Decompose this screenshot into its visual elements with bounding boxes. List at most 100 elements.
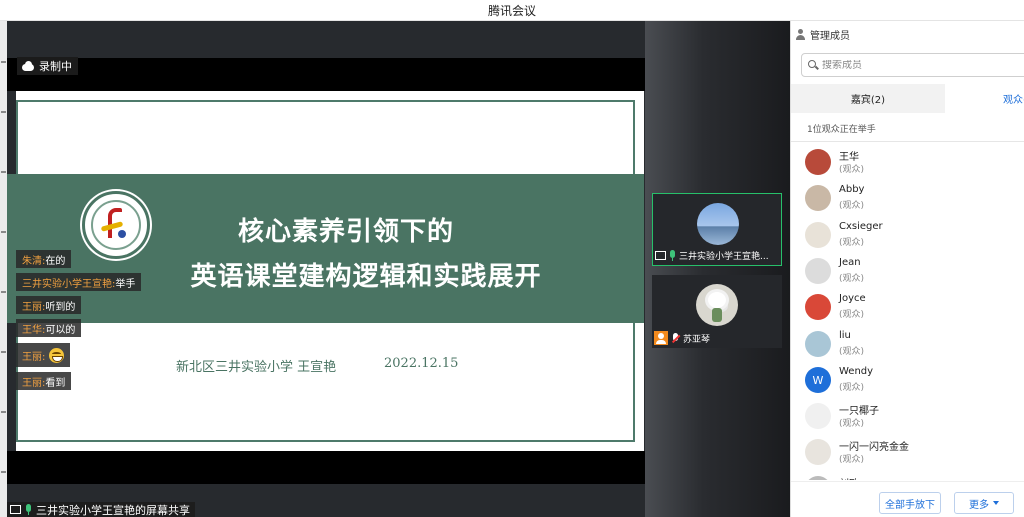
member-row[interactable]: Jean (观众) — [805, 254, 1015, 288]
chat-bubble: 朱清: 在的 — [16, 250, 72, 268]
panel-footer: 全部手放下 更多 — [791, 481, 1024, 517]
letterbox-bottom — [7, 451, 645, 484]
person-icon — [795, 29, 806, 40]
chat-bubble: 王丽: — [16, 343, 71, 367]
member-row[interactable]: liu (观众) — [805, 327, 1015, 361]
member-role: (观众) — [839, 201, 865, 211]
chat-message: 举手 — [115, 278, 136, 290]
member-avatar: W — [805, 367, 831, 393]
chat-bubble: 王丽: 看到 — [16, 372, 72, 390]
lower-all-hands-button[interactable]: 全部手放下 — [879, 492, 941, 514]
meeting-window: 腾讯会议 核心素养引领下的 英语课堂建构逻辑和实践展开 新北区三井实验小学 王宣… — [0, 0, 1024, 517]
member-name: Cxsieger — [839, 221, 883, 232]
member-avatar — [805, 222, 831, 248]
member-row[interactable]: Joyce (观众) — [805, 290, 1015, 324]
recording-label: 录制中 — [39, 60, 72, 73]
title-bar: 腾讯会议 — [0, 0, 1024, 21]
member-name: Jean — [839, 257, 861, 268]
member-role: (观众) — [839, 238, 865, 248]
member-list: 王华 (观众) Abby (观众) Cxsieger (观众) Jean (观众) Joyce (… — [791, 145, 1024, 480]
screen-share-icon — [655, 250, 666, 260]
cloud-icon — [21, 61, 35, 71]
member-name: liu — [839, 330, 851, 341]
raise-hand-notice[interactable]: 1位观众正在举手 — [807, 122, 876, 135]
member-name: 一闪一闪亮金金 — [839, 442, 909, 453]
presentation-slide: 核心素养引领下的 英语课堂建构逻辑和实践展开 新北区三井实验小学 王宣艳 202… — [7, 91, 644, 451]
divider — [791, 141, 1024, 142]
member-avatar — [805, 439, 831, 465]
member-tabs: 嘉宾(2) 观众( — [791, 84, 1024, 113]
member-avatar — [805, 294, 831, 320]
more-button-label: 更多 — [969, 499, 989, 511]
member-search-input[interactable] — [822, 59, 1002, 71]
member-row[interactable]: W Wendy (观众) — [805, 363, 1015, 397]
chat-message: 看到 — [45, 377, 66, 389]
recording-indicator[interactable]: 录制中 — [17, 57, 78, 75]
chat-message: 可以的 — [45, 324, 76, 336]
grinning-face-icon — [49, 347, 65, 363]
panel-title: 管理成员 — [810, 31, 850, 42]
participant-label: 苏亚琴 — [654, 331, 780, 345]
member-avatar — [805, 476, 831, 480]
panel-header: 管理成员 — [795, 27, 850, 42]
chat-sender: 王华: — [22, 324, 46, 336]
chat-sender: 王丽: — [22, 301, 46, 313]
letterbox-top — [7, 58, 645, 91]
member-name: 一只椰子 — [839, 406, 879, 417]
chat-sender: 三井实验小学王宣艳: — [22, 278, 116, 290]
participant-avatar — [696, 284, 738, 326]
member-search-box[interactable] — [801, 53, 1024, 77]
tab-audience[interactable]: 观众( — [945, 84, 1024, 113]
member-row[interactable]: Cxsieger (观众) — [805, 218, 1015, 252]
window-title: 腾讯会议 — [487, 4, 536, 18]
more-button[interactable]: 更多 — [954, 492, 1014, 514]
video-thumbnail-column — [645, 21, 790, 517]
chevron-down-icon — [993, 501, 999, 505]
member-role: (观众) — [839, 274, 865, 284]
screen-share-icon — [10, 505, 21, 514]
member-row[interactable]: 王华 (观众) — [805, 145, 1015, 179]
member-role: (观众) — [839, 383, 865, 393]
slide-author: 新北区三井实验小学 王宣艳 — [176, 360, 337, 375]
participant-video-tile[interactable]: 三井实验小学王宣艳... — [652, 193, 782, 266]
member-row[interactable]: 刘欧(观众) — [805, 472, 1015, 480]
chat-sender: 王丽: — [22, 377, 46, 389]
participant-name: 苏亚琴 — [683, 334, 711, 345]
member-name: Wendy — [839, 366, 874, 377]
search-icon — [808, 60, 818, 70]
mic-off-icon — [671, 332, 680, 344]
member-row[interactable]: 一闪一闪亮金金 (观众) — [805, 435, 1015, 469]
member-name: 刘欧 — [839, 475, 859, 480]
mic-icon — [669, 249, 676, 261]
member-avatar — [805, 149, 831, 175]
member-row[interactable]: 一只椰子 (观众) — [805, 399, 1015, 433]
member-avatar — [805, 403, 831, 429]
school-logo — [82, 191, 150, 259]
tab-guests[interactable]: 嘉宾(2) — [791, 84, 945, 113]
slide-title-line2: 英语课堂建构逻辑和实践展开 — [190, 262, 542, 292]
mic-icon — [25, 504, 32, 515]
slide-title-line1: 核心素养引领下的 — [237, 217, 454, 247]
screen-share-label: 三井实验小学王宣艳的屏幕共享 — [7, 502, 195, 517]
member-avatar — [805, 185, 831, 211]
member-avatar — [805, 258, 831, 284]
member-role: (观众) — [839, 419, 865, 429]
chat-sender: 朱清: — [22, 255, 46, 267]
chat-message: 听到的 — [45, 301, 76, 313]
member-name: 王华 — [839, 152, 859, 163]
member-role: (观众) — [839, 455, 865, 465]
chat-bubble: 王丽: 听到的 — [16, 296, 82, 314]
member-management-panel: 管理成员 嘉宾(2) 观众( 1位观众正在举手 王华(观众)Abby(观众)Cx… — [790, 21, 1024, 517]
chat-message: 在的 — [45, 255, 66, 267]
member-role: (观众) — [839, 165, 865, 175]
member-role: (观众) — [839, 347, 865, 357]
member-name: Joyce — [839, 293, 866, 304]
member-avatar — [805, 331, 831, 357]
participant-video-tile[interactable]: 苏亚琴 — [652, 275, 782, 348]
slide-date: 2022.12.15 — [384, 356, 459, 371]
member-row[interactable]: Abby (观众) — [805, 181, 1015, 215]
participant-avatar — [697, 203, 739, 245]
screen-share-owner: 三井实验小学王宣艳的屏幕共享 — [36, 503, 190, 517]
participant-label: 三井实验小学王宣艳... — [655, 248, 779, 262]
background-window-edge — [0, 21, 7, 517]
